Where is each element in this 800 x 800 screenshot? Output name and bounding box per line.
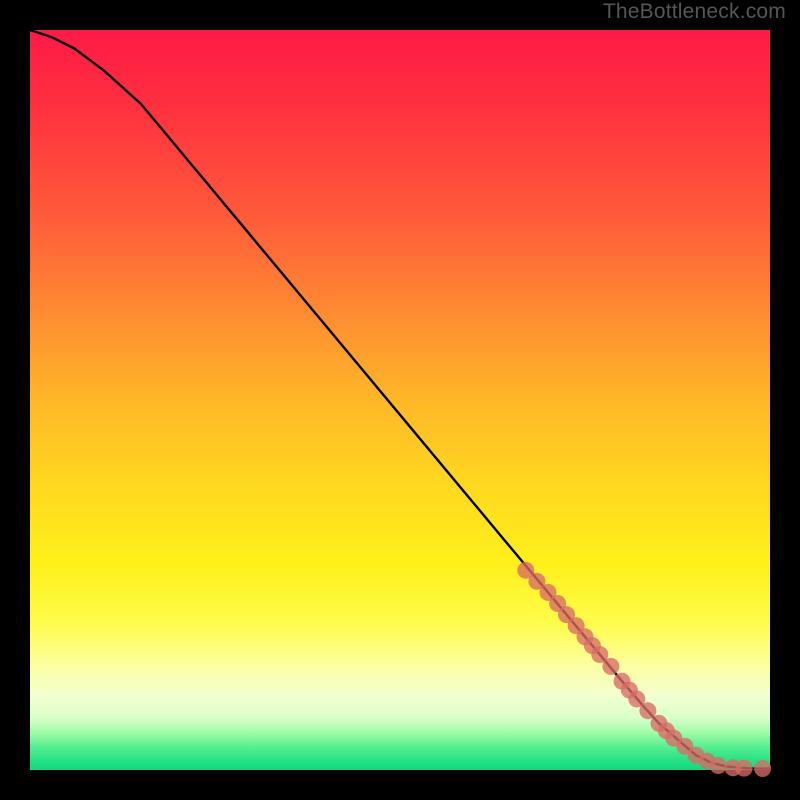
chart-frame: TheBottleneck.com (0, 0, 800, 800)
data-point (602, 658, 619, 675)
data-point (754, 760, 771, 777)
data-point (736, 760, 753, 777)
main-curve (30, 30, 770, 769)
scatter-points (517, 562, 771, 777)
plot-area (30, 30, 770, 770)
watermark-text: TheBottleneck.com (603, 0, 786, 24)
data-point (710, 757, 727, 774)
chart-svg (30, 30, 770, 770)
